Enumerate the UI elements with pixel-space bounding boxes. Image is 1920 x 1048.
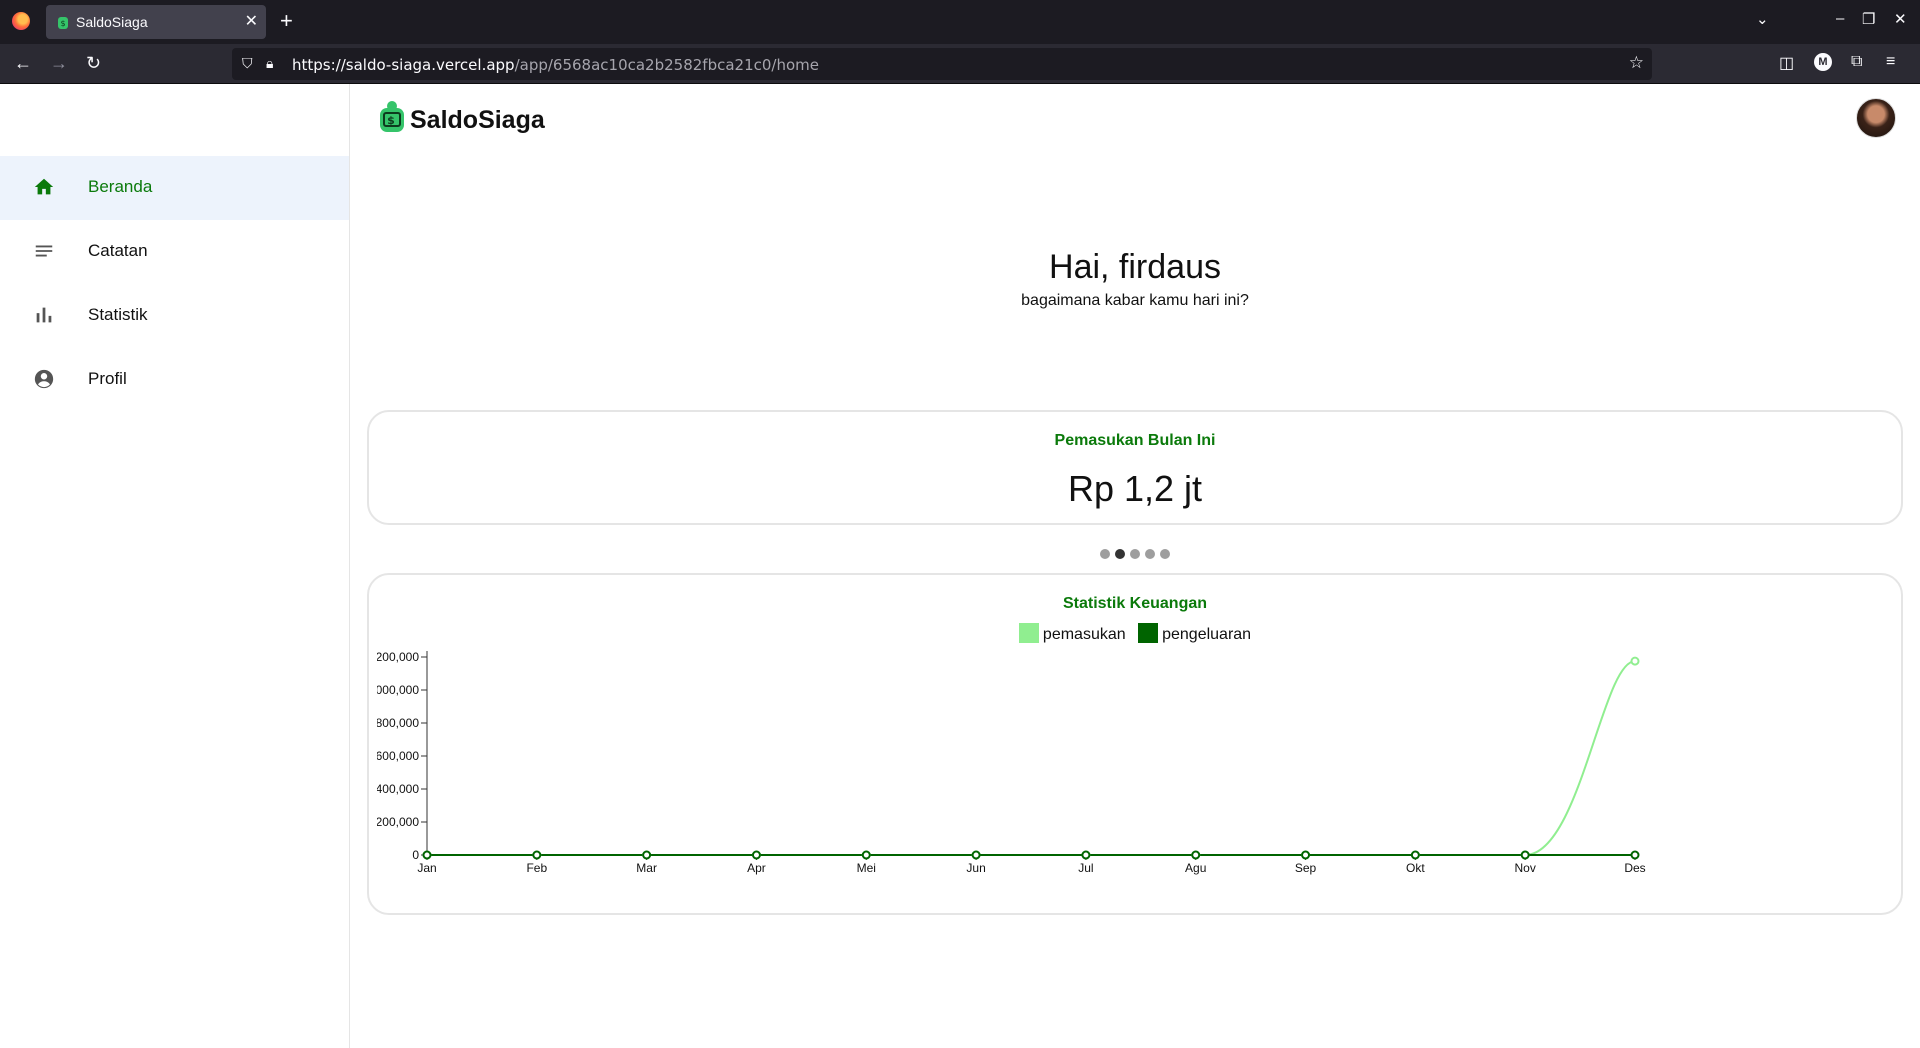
browser-tab[interactable]: $ SaldoSiaga ✕ bbox=[46, 5, 266, 39]
income-card-title: Pemasukan Bulan Ini bbox=[1054, 432, 1216, 449]
y-tick-label: 400,000 bbox=[376, 782, 420, 796]
app-logo-text: SaldoSiaga bbox=[410, 106, 545, 134]
forward-icon[interactable]: → bbox=[50, 53, 68, 74]
line-chart: 0 200,000 400,000 600,000 800,000 1,000,000 1,… bbox=[369, 650, 1646, 875]
y-tick-label: 800,000 bbox=[376, 716, 420, 730]
profile-icon bbox=[34, 369, 54, 389]
data-point-pengeluaran[interactable] bbox=[422, 850, 432, 860]
carousel-dot[interactable] bbox=[1145, 549, 1155, 559]
carousel-dot[interactable] bbox=[1130, 549, 1140, 559]
x-tick-label: Mei bbox=[857, 861, 876, 875]
bar-chart-icon bbox=[36, 307, 52, 323]
y-tick-label: 1,000,000 bbox=[369, 683, 419, 697]
sidebar-item-label: Catatan bbox=[88, 241, 148, 260]
restore-icon[interactable]: ❐ bbox=[1862, 10, 1875, 28]
sidebar-item-label: Profil bbox=[88, 369, 127, 388]
x-tick-label: Jan bbox=[417, 861, 436, 875]
carousel-dots bbox=[1100, 549, 1180, 561]
y-tick-label: 200,000 bbox=[376, 815, 420, 829]
x-tick-label: Jul bbox=[1078, 861, 1093, 875]
carousel-dot[interactable] bbox=[1115, 549, 1125, 559]
avatar[interactable] bbox=[1856, 98, 1896, 138]
data-point-pengeluaran[interactable] bbox=[1410, 850, 1420, 860]
lock-icon[interactable]: 🔒︎ bbox=[266, 55, 273, 72]
browser-nav-bar: ← → ↻ ⛉ 🔒︎ https://saldo-siaga.vercel.ap… bbox=[0, 44, 1920, 84]
sidebar-item-beranda[interactable]: Beranda bbox=[0, 156, 349, 220]
menu-icon[interactable]: ≡ bbox=[1886, 53, 1895, 71]
y-tick-label: 0 bbox=[412, 848, 419, 862]
y-tick-label: 600,000 bbox=[376, 749, 420, 763]
sidebar-item-label: Beranda bbox=[88, 177, 153, 196]
close-window-icon[interactable]: ✕ bbox=[1894, 10, 1907, 28]
sidebar-item-catatan[interactable]: Catatan bbox=[0, 220, 349, 284]
pocket-icon[interactable]: ◫ bbox=[1779, 53, 1794, 73]
minimize-icon[interactable]: – bbox=[1836, 10, 1844, 27]
x-tick-label: Jun bbox=[966, 861, 985, 875]
tab-list-chevron-icon[interactable]: ⌄ bbox=[1756, 10, 1769, 28]
carousel-dot[interactable] bbox=[1160, 549, 1170, 559]
data-point-pengeluaran[interactable] bbox=[971, 850, 981, 860]
svg-text:$: $ bbox=[60, 19, 65, 28]
extensions-icon[interactable]: ⧉ bbox=[1851, 53, 1862, 71]
sidebar-item-statistik[interactable]: Statistik bbox=[0, 284, 349, 348]
account-icon[interactable]: M bbox=[1814, 53, 1832, 71]
data-point-pengeluaran[interactable] bbox=[642, 850, 652, 860]
notes-icon bbox=[35, 245, 53, 257]
data-point-pengeluaran[interactable] bbox=[1520, 850, 1530, 860]
x-tick-label: Nov bbox=[1515, 861, 1536, 875]
data-point-pengeluaran[interactable] bbox=[1630, 850, 1640, 860]
y-tick-label: 1,200,000 bbox=[369, 650, 419, 664]
chart-card: Statistik Keuangan pemasukan pengeluaran… bbox=[367, 573, 1903, 915]
x-tick-label: Apr bbox=[747, 861, 766, 875]
greeting-subtitle: bagaimana kabar kamu hari ini? bbox=[1021, 292, 1249, 309]
greeting-title: Hai, firdaus bbox=[1049, 248, 1221, 286]
saldosiaga-favicon-icon: $ bbox=[58, 17, 68, 29]
sidebar: Beranda Catatan Statistik Profil bbox=[0, 84, 350, 1048]
firefox-icon[interactable] bbox=[12, 12, 30, 30]
url-text[interactable]: https://saldo-siaga.vercel.app/app/6568a… bbox=[292, 56, 819, 74]
x-tick-label: Mar bbox=[636, 861, 657, 875]
tab-close-icon[interactable]: ✕ bbox=[245, 11, 258, 31]
reload-icon[interactable]: ↻ bbox=[86, 53, 101, 74]
series-line-pemasukan bbox=[427, 660, 1636, 856]
data-point-pengeluaran[interactable] bbox=[1301, 850, 1311, 860]
back-icon[interactable]: ← bbox=[14, 53, 32, 74]
data-point-pengeluaran[interactable] bbox=[751, 850, 761, 860]
data-point-pengeluaran[interactable] bbox=[532, 850, 542, 860]
url-bar[interactable]: ⛉ 🔒︎ https://saldo-siaga.vercel.app/app/… bbox=[232, 48, 1652, 80]
sidebar-item-profil[interactable]: Profil bbox=[0, 348, 349, 412]
x-tick-label: Des bbox=[1624, 861, 1645, 875]
url-host: https://saldo-siaga.vercel.app bbox=[292, 56, 515, 74]
x-tick-label: Agu bbox=[1185, 861, 1206, 875]
carousel-dot[interactable] bbox=[1100, 549, 1110, 559]
wallet-logo-icon: $ bbox=[380, 101, 404, 132]
x-tick-label: Okt bbox=[1406, 861, 1425, 875]
income-card: Pemasukan Bulan Ini Rp 1,2 jt bbox=[367, 410, 1903, 525]
income-card-value: Rp 1,2 jt bbox=[1067, 468, 1203, 509]
data-point-pengeluaran[interactable] bbox=[1191, 850, 1201, 860]
bookmark-star-icon[interactable]: ☆ bbox=[1629, 53, 1644, 73]
shield-icon[interactable]: ⛉ bbox=[242, 55, 253, 72]
svg-text:$: $ bbox=[387, 114, 395, 127]
main-content: $ SaldoSiaga Hai, firdaus bagaimana kaba… bbox=[350, 84, 1920, 1048]
sidebar-item-label: Statistik bbox=[88, 305, 148, 324]
data-point-pengeluaran[interactable] bbox=[1081, 850, 1091, 860]
new-tab-button[interactable]: + bbox=[280, 8, 293, 34]
data-point-pengeluaran[interactable] bbox=[861, 850, 871, 860]
browser-tab-bar: $ SaldoSiaga ✕ + ⌄ – ❐ ✕ bbox=[0, 0, 1920, 44]
x-tick-label: Sep bbox=[1295, 861, 1317, 875]
x-tick-label: Feb bbox=[526, 861, 547, 875]
home-icon bbox=[34, 178, 54, 195]
tab-title: SaldoSiaga bbox=[76, 14, 148, 30]
url-path: /app/6568ac10ca2b2582fbca21c0/home bbox=[514, 56, 819, 74]
data-point-pemasukan[interactable] bbox=[1630, 656, 1640, 666]
